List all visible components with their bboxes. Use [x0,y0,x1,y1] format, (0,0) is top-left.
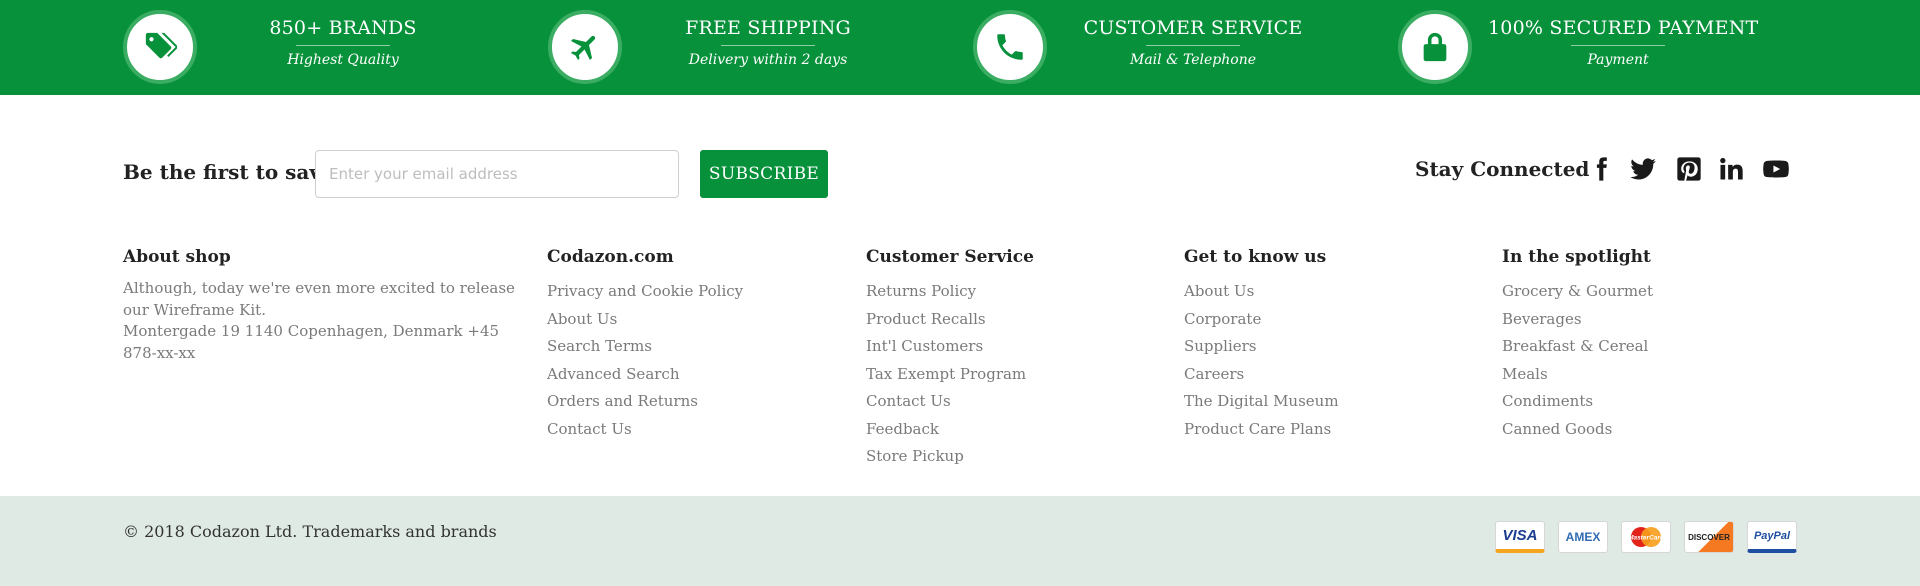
feature-title: 100% SECURED PAYMENT [1488,17,1759,39]
feature-divider [296,45,390,46]
footer-link[interactable]: Product Care Plans [1184,416,1339,444]
spotlight-column: In the spotlight Grocery & Gourmet Bever… [1502,246,1653,443]
feature-divider [1146,45,1240,46]
footer-link[interactable]: Returns Policy [866,278,1034,306]
footer-link[interactable]: About Us [1184,278,1339,306]
tag-icon [123,10,197,84]
bottom-bar: © 2018 Codazon Ltd. Trademarks and brand… [0,496,1920,586]
copyright-text: © 2018 Codazon Ltd. Trademarks and brand… [123,522,497,541]
amex-icon: AMEX [1558,521,1608,553]
column-title: Codazon.com [547,247,674,267]
footer-link[interactable]: Advanced Search [547,361,743,389]
footer-link[interactable]: Corporate [1184,306,1339,334]
feature-title: 850+ BRANDS [269,17,417,39]
linkedin-icon[interactable] [1715,153,1747,185]
footer-link[interactable]: Int'l Customers [866,333,1034,361]
feature-subtitle: Highest Quality [287,52,399,68]
facebook-icon[interactable] [1585,153,1617,185]
feature-subtitle: Delivery within 2 days [688,52,848,68]
footer-link[interactable]: Privacy and Cookie Policy [547,278,743,306]
codazon-column: Codazon.com Privacy and Cookie Policy Ab… [547,246,743,443]
discover-icon: DISCOVER [1684,521,1734,553]
about-text: Although, today we're even more excited … [123,279,515,319]
address-text: Montergade 19 1140 Copenhagen, Denmark +… [123,322,500,362]
paypal-icon: PayPal [1747,521,1797,553]
feature-title: CUSTOMER SERVICE [1083,17,1303,39]
pinterest-icon[interactable] [1673,153,1705,185]
feature-divider [721,45,815,46]
about-shop-column: About shop Although, today we're even mo… [123,246,518,364]
footer-link[interactable]: Product Recalls [866,306,1034,334]
footer-link[interactable]: Beverages [1502,306,1653,334]
twitter-icon[interactable] [1627,153,1659,185]
visa-icon: VISA [1495,521,1545,553]
mastercard-icon: MasterCard [1621,521,1671,553]
footer-link[interactable]: Careers [1184,361,1339,389]
footer-link[interactable]: The Digital Museum [1184,388,1339,416]
column-title: Get to know us [1184,247,1327,267]
footer-link[interactable]: Orders and Returns [547,388,743,416]
column-title: Customer Service [866,247,1034,267]
get-to-know-us-column: Get to know us About Us Corporate Suppli… [1184,246,1339,443]
column-title: About shop [123,247,231,267]
footer-link[interactable]: Suppliers [1184,333,1339,361]
features-bar: 850+ BRANDS Highest Quality FREE SHIPPIN… [0,0,1920,95]
footer-link[interactable]: Search Terms [547,333,743,361]
feature-divider [1571,45,1665,46]
footer-link[interactable]: Tax Exempt Program [866,361,1034,389]
footer-link[interactable]: Grocery & Gourmet [1502,278,1653,306]
customer-service-column: Customer Service Returns Policy Product … [866,246,1034,471]
footer-link[interactable]: Condiments [1502,388,1653,416]
footer-link[interactable]: Feedback [866,416,1034,444]
lock-icon [1398,10,1472,84]
svg-text:MasterCard: MasterCard [1628,535,1665,542]
footer-link[interactable]: Breakfast & Cereal [1502,333,1653,361]
newsletter-label: Be the first to save! [123,160,343,184]
feature-subtitle: Mail & Telephone [1129,52,1256,68]
column-title: In the spotlight [1502,247,1651,267]
footer-link[interactable]: Contact Us [547,416,743,444]
feature-title: FREE SHIPPING [685,17,851,39]
footer-link[interactable]: Meals [1502,361,1653,389]
footer-link[interactable]: Contact Us [866,388,1034,416]
footer-link[interactable]: Store Pickup [866,443,1034,471]
email-input[interactable] [315,150,679,198]
youtube-icon[interactable] [1760,153,1792,185]
footer-link[interactable]: About Us [547,306,743,334]
phone-icon [973,10,1047,84]
footer-link[interactable]: Canned Goods [1502,416,1653,444]
stay-connected-label: Stay Connected [1415,157,1590,181]
airplane-icon [548,10,622,84]
subscribe-button[interactable]: SUBSCRIBE [700,150,828,198]
feature-subtitle: Payment [1587,52,1649,68]
